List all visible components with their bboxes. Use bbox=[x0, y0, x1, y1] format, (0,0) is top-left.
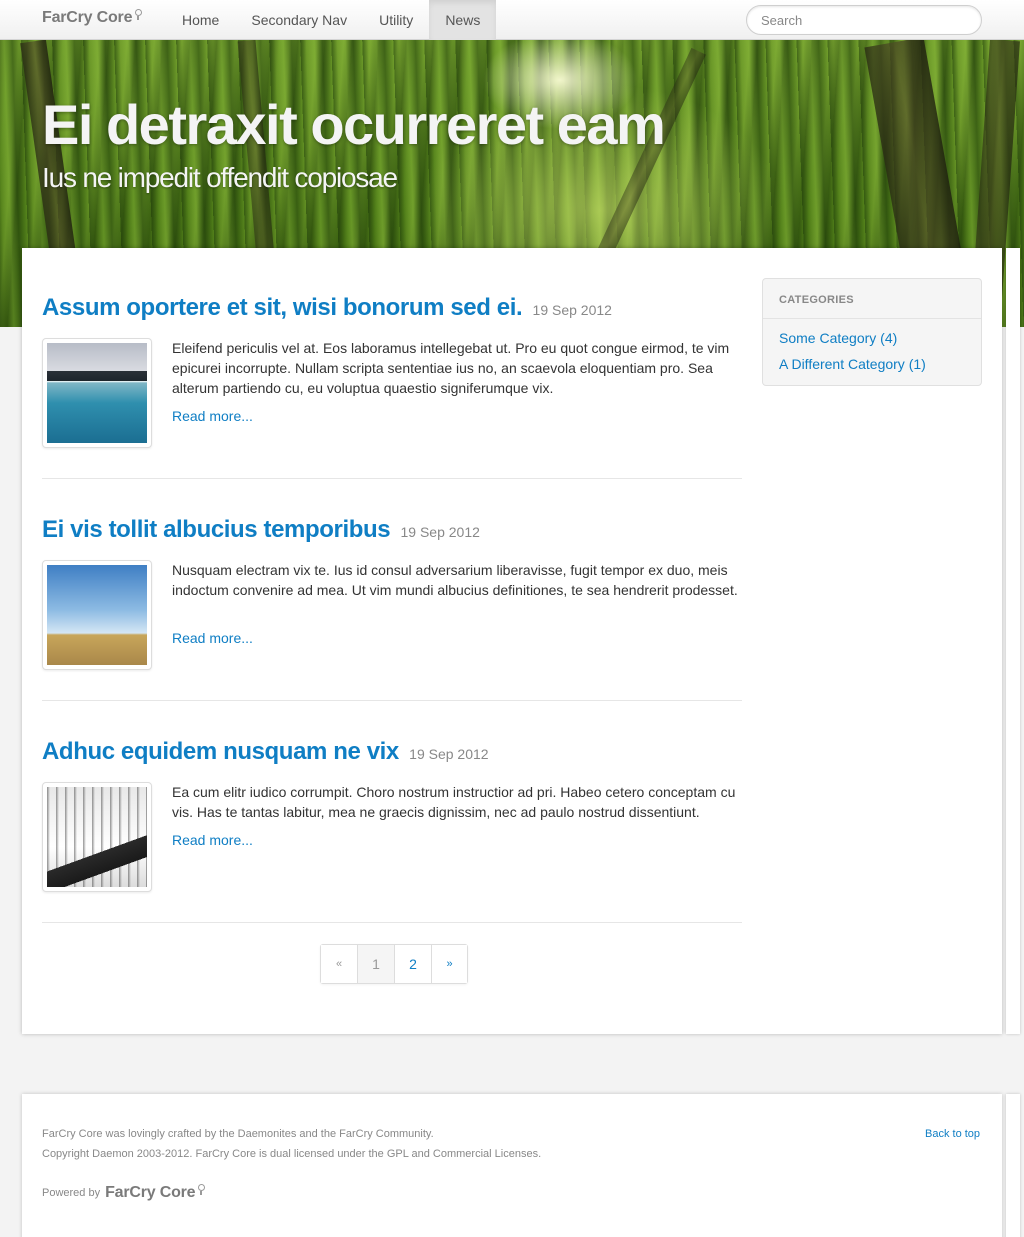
article-date: 19 Sep 2012 bbox=[409, 746, 489, 762]
brand-pin-icon bbox=[198, 1184, 206, 1195]
article-heading: Assum oportere et sit, wisi bonorum sed … bbox=[42, 294, 742, 322]
pagination: « 1 2 » bbox=[320, 944, 468, 984]
read-more-link[interactable]: Read more... bbox=[172, 832, 253, 848]
article-item: Ei vis tollit albucius temporibus 19 Sep… bbox=[42, 516, 742, 670]
snowy-forest-road-image bbox=[47, 787, 147, 887]
brand-pin-icon bbox=[135, 9, 143, 20]
article-divider bbox=[42, 478, 742, 479]
pagination-next-button[interactable]: » bbox=[432, 945, 467, 983]
footer-copyright: Copyright Daemon 2003-2012. FarCry Core … bbox=[42, 1148, 542, 1160]
powered-by-label: Powered by bbox=[42, 1187, 101, 1199]
nav-item-home[interactable]: Home bbox=[166, 0, 235, 40]
article-teaser: Nusquam electram vix te. Ius id consul a… bbox=[172, 562, 738, 598]
powered-by-logo-text: FarCry Core bbox=[105, 1184, 196, 1201]
article-title-link[interactable]: Adhuc equidem nusquam ne vix bbox=[42, 738, 399, 765]
article-title-link[interactable]: Ei vis tollit albucius temporibus bbox=[42, 516, 391, 543]
read-more-link[interactable]: Read more... bbox=[172, 408, 253, 424]
pagination-page-1[interactable]: 1 bbox=[358, 945, 395, 983]
nav-item-utility[interactable]: Utility bbox=[363, 0, 429, 40]
categories-sidebar: CATEGORIES Some Category (4) A Different… bbox=[762, 278, 982, 386]
article-thumbnail[interactable] bbox=[42, 560, 152, 670]
nav-item-secondary-nav[interactable]: Secondary Nav bbox=[235, 0, 363, 40]
article-item: Assum oportere et sit, wisi bonorum sed … bbox=[42, 294, 742, 448]
wheat-field-sky-image bbox=[47, 565, 147, 665]
powered-by-logo[interactable]: FarCry Core bbox=[105, 1184, 206, 1202]
article-date: 19 Sep 2012 bbox=[400, 524, 480, 540]
powered-by: Powered by FarCry Core bbox=[42, 1184, 206, 1202]
top-navbar: FarCry Core Home Secondary Nav Utility N… bbox=[0, 0, 1024, 40]
article-teaser: Ea cum elitr iudico corrumpit. Choro nos… bbox=[172, 784, 736, 820]
article-thumbnail[interactable] bbox=[42, 338, 152, 448]
brand-name: FarCry Core bbox=[42, 9, 133, 26]
pagination-page-2[interactable]: 2 bbox=[395, 945, 432, 983]
footer-credits: FarCry Core was lovingly crafted by the … bbox=[42, 1128, 434, 1140]
category-link[interactable]: A Different Category (1) bbox=[763, 351, 981, 377]
read-more-link[interactable]: Read more... bbox=[172, 630, 253, 646]
content-panel: Assum oportere et sit, wisi bonorum sed … bbox=[22, 248, 1002, 1034]
article-date: 19 Sep 2012 bbox=[532, 302, 612, 318]
article-heading: Ei vis tollit albucius temporibus 19 Sep… bbox=[42, 516, 742, 544]
panel-shadow-strip bbox=[1006, 248, 1020, 1034]
article-teaser: Eleifend periculis vel at. Eos laboramus… bbox=[172, 340, 730, 396]
category-link[interactable]: Some Category (4) bbox=[763, 325, 981, 351]
article-title-link[interactable]: Assum oportere et sit, wisi bonorum sed … bbox=[42, 294, 523, 321]
categories-heading: CATEGORIES bbox=[763, 279, 981, 319]
hero-subtitle: Ius ne impedit offendit copiosae bbox=[42, 162, 398, 193]
pagination-prev-button[interactable]: « bbox=[321, 945, 358, 983]
page-footer: FarCry Core was lovingly crafted by the … bbox=[22, 1094, 1002, 1237]
brand-logo[interactable]: FarCry Core bbox=[42, 9, 143, 27]
footer-shadow-strip bbox=[1006, 1094, 1020, 1237]
city-skyline-water-image bbox=[47, 343, 147, 443]
article-item: Adhuc equidem nusquam ne vix 19 Sep 2012… bbox=[42, 738, 742, 892]
main-nav: Home Secondary Nav Utility News bbox=[166, 0, 497, 40]
bamboo-trunk-decoration bbox=[590, 47, 706, 273]
back-to-top-link[interactable]: Back to top bbox=[925, 1128, 980, 1140]
article-heading: Adhuc equidem nusquam ne vix 19 Sep 2012 bbox=[42, 738, 742, 766]
article-divider bbox=[42, 922, 742, 923]
article-thumbnail[interactable] bbox=[42, 782, 152, 892]
article-divider bbox=[42, 700, 742, 701]
category-list: Some Category (4) A Different Category (… bbox=[763, 319, 981, 377]
nav-item-news[interactable]: News bbox=[429, 0, 497, 40]
hero-title: Ei detraxit ocurreret eam bbox=[42, 93, 666, 156]
search-input[interactable] bbox=[746, 5, 982, 35]
